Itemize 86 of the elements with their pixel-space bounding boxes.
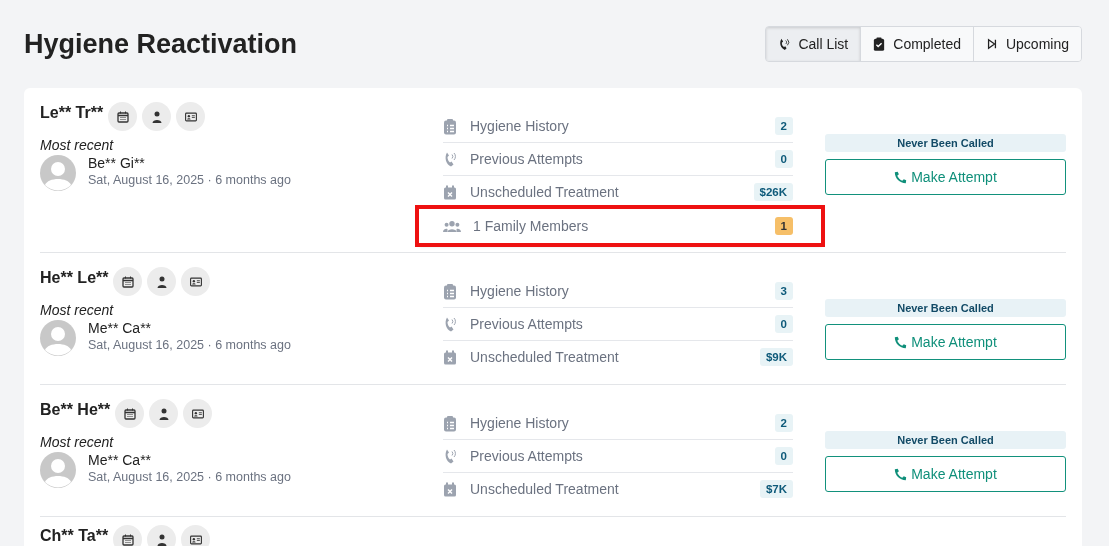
stat-label: Unscheduled Treatment — [470, 349, 620, 365]
most-recent-label: Most recent — [40, 302, 115, 318]
status-label: Never Been Called — [825, 299, 1066, 317]
person-icon — [155, 533, 168, 546]
stat-label: Hygiene History — [470, 415, 570, 431]
count-badge: 2 — [774, 117, 793, 135]
make-attempt-button[interactable]: Make Attempt — [825, 324, 1066, 360]
patient-name: He** Le** — [40, 269, 109, 287]
calendar-x-icon — [443, 480, 457, 498]
patient-name: Ch** Ta** — [40, 527, 109, 545]
appointment-date: Sat, August 16, 2025 · 6 months ago — [88, 173, 291, 187]
person-icon — [156, 275, 168, 288]
clipboard-list-icon — [443, 414, 457, 432]
clipboard-check-icon — [873, 37, 886, 51]
phone-icon — [443, 447, 457, 465]
appointment-date: Sat, August 16, 2025 · 6 months ago — [88, 470, 291, 484]
patient-name: Be** He** — [40, 401, 111, 419]
id-card-button[interactable] — [183, 399, 213, 428]
status-label: Never Been Called — [825, 431, 1066, 449]
avatar-icon — [40, 452, 76, 488]
calendar-button[interactable] — [113, 267, 143, 296]
calendar-x-icon — [443, 183, 457, 201]
doctor-button[interactable] — [147, 267, 177, 296]
calendar-button[interactable] — [113, 525, 143, 546]
make-attempt-button[interactable]: Make Attempt — [825, 456, 1066, 492]
phone-icon — [443, 150, 457, 168]
clipboard-list-icon — [443, 117, 457, 135]
calendar-button[interactable] — [115, 399, 145, 428]
id-card-icon — [190, 275, 202, 288]
phone-icon — [894, 335, 908, 349]
appointment-date: Sat, August 16, 2025 · 6 months ago — [88, 338, 291, 352]
calendar-x-icon — [443, 348, 457, 366]
provider-name: Me** Ca** — [88, 452, 153, 468]
stat-label: Unscheduled Treatment — [470, 481, 620, 497]
step-forward-icon — [985, 37, 998, 51]
make-attempt-button[interactable]: Make Attempt — [825, 159, 1066, 195]
stat-label: Previous Attempts — [470, 448, 584, 464]
person-icon — [157, 407, 170, 420]
phone-icon — [894, 467, 908, 481]
id-card-button[interactable] — [181, 267, 211, 296]
count-badge: 2 — [774, 414, 793, 432]
id-card-icon — [184, 110, 197, 123]
phone-icon — [443, 315, 457, 333]
stat-label: 1 Family Members — [473, 218, 590, 234]
status-label: Never Been Called — [825, 134, 1066, 152]
users-icon — [443, 219, 461, 233]
tab[interactable]: Upcoming — [972, 27, 1081, 61]
count-badge: $9K — [759, 348, 793, 366]
calendar-icon — [116, 110, 129, 123]
avatar-icon — [40, 155, 76, 191]
stat-label: Hygiene History — [470, 283, 570, 299]
doctor-button[interactable] — [142, 102, 172, 131]
clipboard-list-icon — [443, 282, 457, 300]
doctor-button[interactable] — [149, 399, 179, 428]
id-card-icon — [191, 407, 204, 420]
most-recent-label: Most recent — [40, 137, 115, 153]
tab[interactable]: Completed — [860, 27, 973, 61]
phone-icon — [778, 37, 791, 51]
stat-label: Previous Attempts — [470, 151, 584, 167]
calendar-icon — [121, 533, 134, 546]
provider-name: Be** Gi** — [88, 155, 146, 171]
count-badge: $7K — [759, 480, 793, 498]
patient-name: Le** Tr** — [40, 104, 104, 122]
id-card-button[interactable] — [176, 102, 206, 131]
id-card-icon — [189, 533, 202, 546]
stat-label: Previous Attempts — [470, 316, 584, 332]
tab[interactable]: Call List — [766, 27, 861, 61]
avatar-icon — [40, 320, 76, 356]
count-badge: 3 — [774, 282, 793, 300]
calendar-icon — [122, 275, 134, 288]
provider-name: Me** Ca** — [88, 320, 153, 336]
phone-icon — [894, 170, 908, 184]
stat-label: Unscheduled Treatment — [470, 184, 620, 200]
id-card-button[interactable] — [181, 525, 211, 546]
count-badge: 0 — [774, 315, 793, 333]
calendar-icon — [123, 407, 136, 420]
count-badge: $26K — [753, 183, 793, 201]
count-badge: 0 — [774, 150, 793, 168]
doctor-button[interactable] — [147, 525, 177, 546]
count-badge: 1 — [774, 217, 793, 235]
calendar-button[interactable] — [108, 102, 138, 131]
most-recent-label: Most recent — [40, 434, 115, 450]
person-icon — [150, 110, 163, 123]
count-badge: 0 — [774, 447, 793, 465]
stat-label: Hygiene History — [470, 118, 570, 134]
page-title: Hygiene Reactivation — [24, 28, 298, 60]
